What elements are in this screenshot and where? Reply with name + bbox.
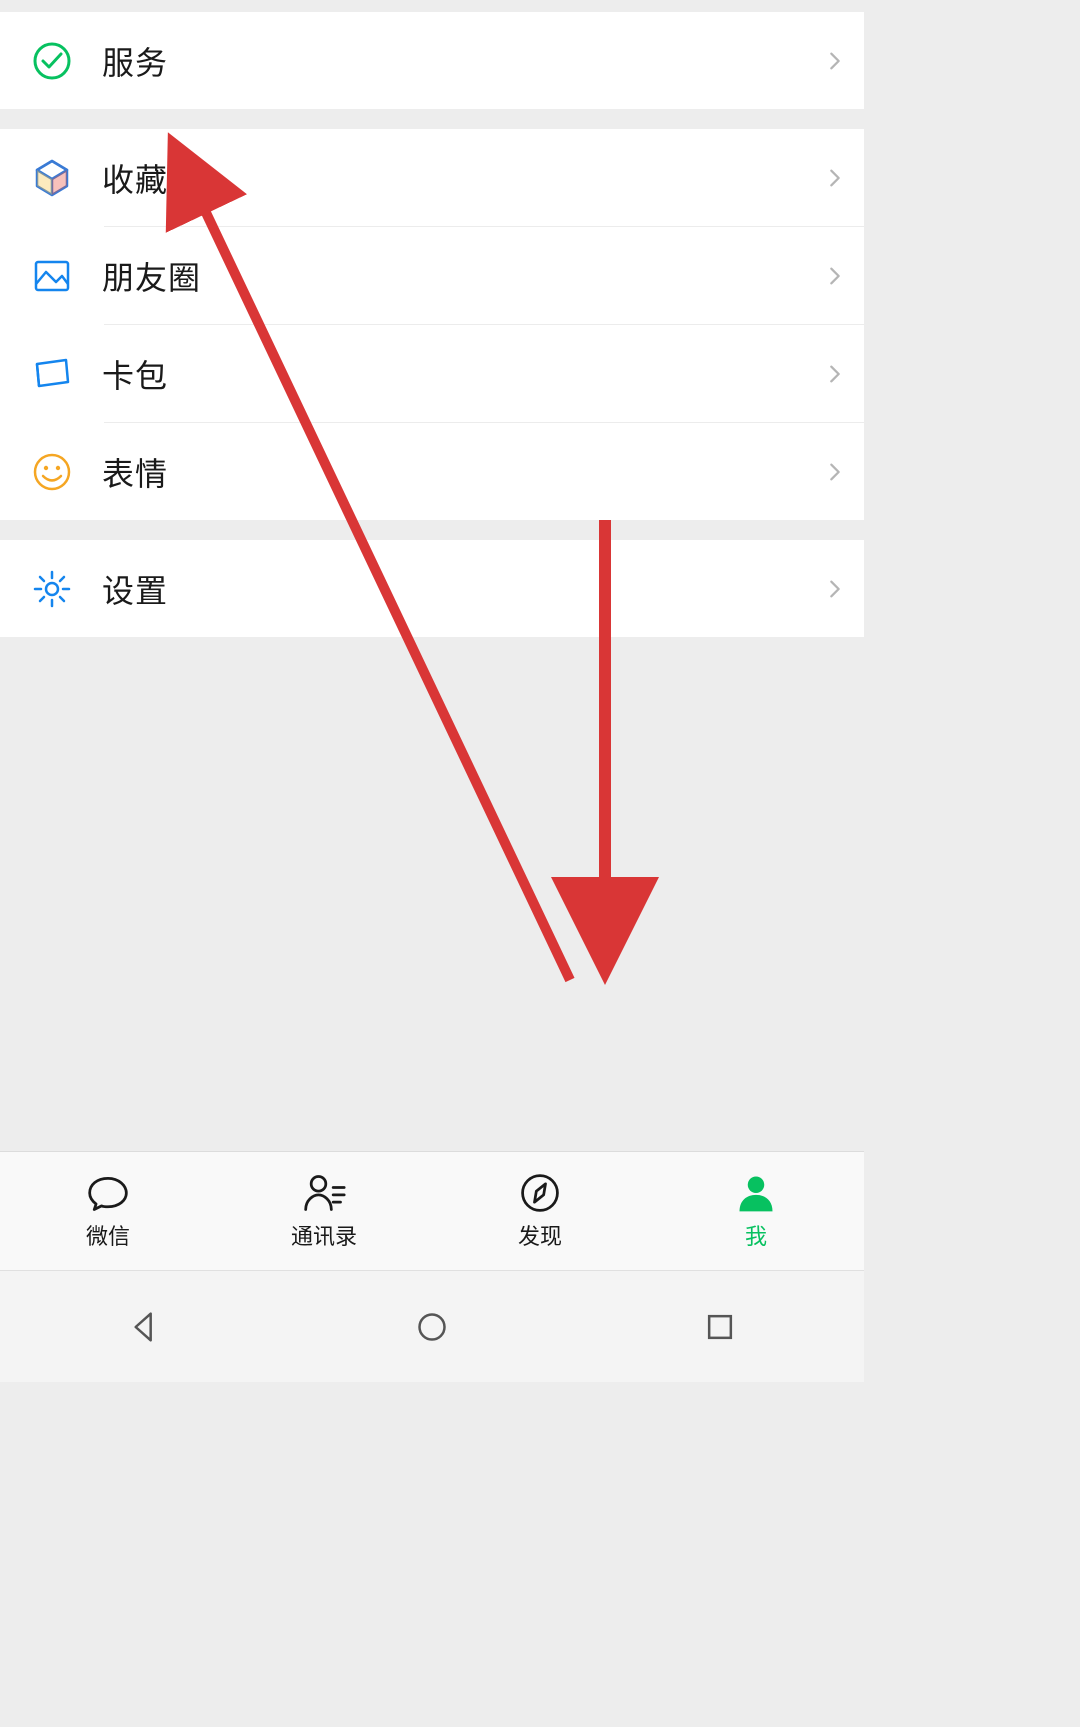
cards-icon	[32, 354, 72, 394]
tab-label: 通讯录	[291, 1219, 357, 1251]
discover-icon	[518, 1171, 562, 1215]
group-middle: 收藏 朋友圈	[0, 129, 864, 520]
tab-label: 我	[745, 1219, 767, 1251]
tab-label: 微信	[86, 1219, 130, 1251]
chevron-right-icon	[824, 578, 846, 600]
spacer	[0, 520, 864, 540]
nav-recent-button[interactable]	[690, 1297, 750, 1357]
row-moments[interactable]: 朋友圈	[0, 227, 864, 324]
services-icon	[32, 41, 72, 81]
row-stickers[interactable]: 表情	[0, 423, 864, 520]
chevron-right-icon	[824, 167, 846, 189]
row-services[interactable]: 服务	[0, 12, 864, 109]
stickers-icon	[32, 452, 72, 492]
row-favorites[interactable]: 收藏	[0, 129, 864, 226]
row-label: 服务	[102, 38, 824, 84]
chevron-right-icon	[824, 265, 846, 287]
row-label: 收藏	[102, 155, 824, 201]
row-label: 卡包	[102, 351, 824, 397]
group-services: 服务	[0, 12, 864, 109]
row-label: 朋友圈	[102, 253, 824, 299]
tab-me[interactable]: 我	[648, 1152, 864, 1270]
spacer	[0, 109, 864, 129]
row-label: 设置	[102, 566, 824, 612]
moments-icon	[32, 256, 72, 296]
tab-discover[interactable]: 发现	[432, 1152, 648, 1270]
chat-icon	[86, 1171, 130, 1215]
tab-contacts[interactable]: 通讯录	[216, 1152, 432, 1270]
group-settings: 设置	[0, 540, 864, 637]
row-label: 表情	[102, 449, 824, 495]
nav-back-button[interactable]	[114, 1297, 174, 1357]
empty-area	[0, 637, 864, 1151]
tabbar: 微信 通讯录 发现	[0, 1151, 864, 1270]
system-navbar	[0, 1270, 864, 1382]
favorites-icon	[32, 158, 72, 198]
chevron-right-icon	[824, 50, 846, 72]
row-settings[interactable]: 设置	[0, 540, 864, 637]
chevron-right-icon	[824, 461, 846, 483]
spacer	[0, 0, 864, 12]
nav-home-button[interactable]	[402, 1297, 462, 1357]
row-cards[interactable]: 卡包	[0, 325, 864, 422]
chevron-right-icon	[824, 363, 846, 385]
settings-icon	[32, 569, 72, 609]
tab-wechat[interactable]: 微信	[0, 1152, 216, 1270]
me-icon	[734, 1171, 778, 1215]
tab-label: 发现	[518, 1219, 562, 1251]
contacts-icon	[302, 1171, 346, 1215]
